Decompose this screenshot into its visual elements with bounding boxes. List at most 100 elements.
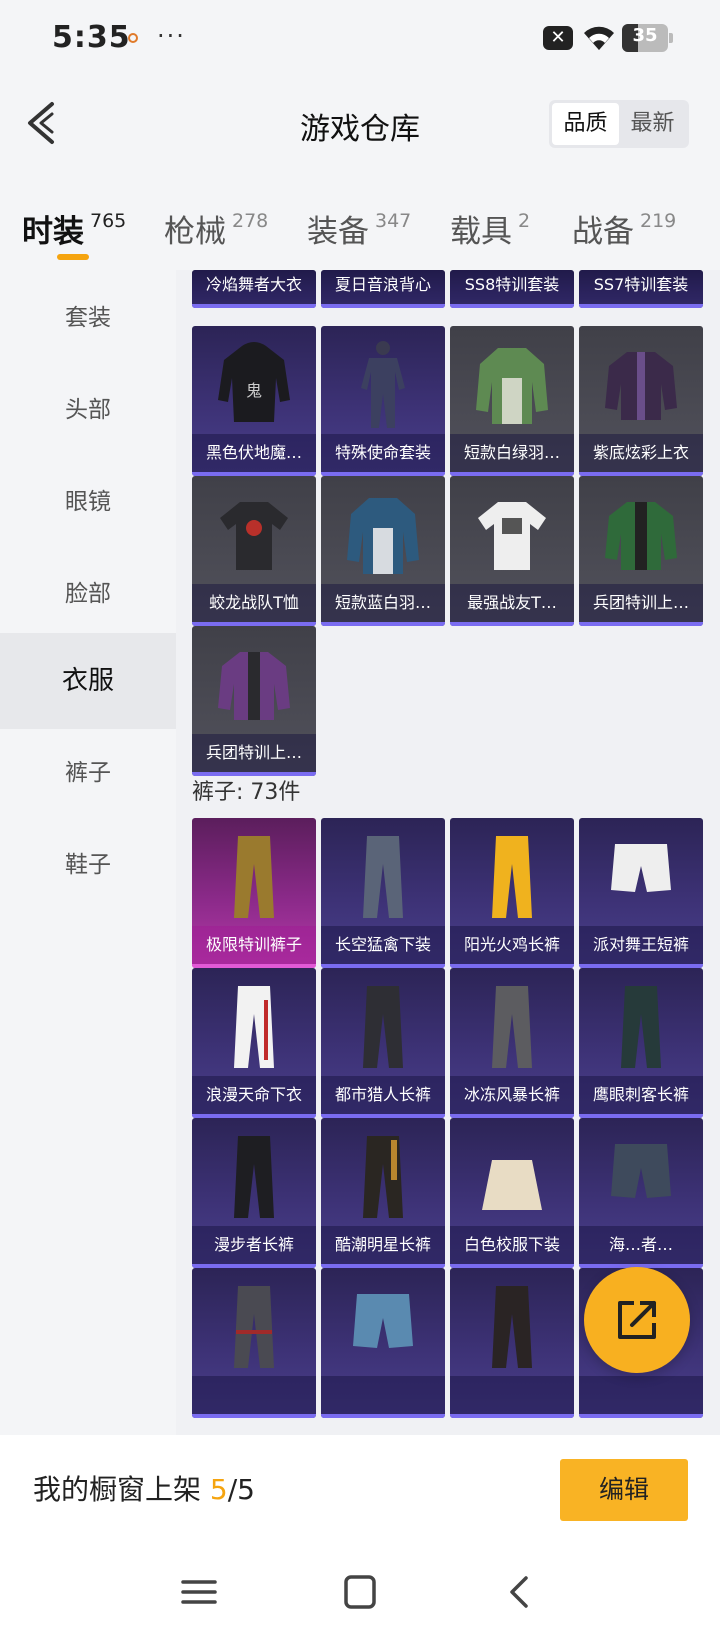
item-name — [579, 1376, 703, 1414]
skirt-icon — [482, 1160, 542, 1210]
sidebar-item-clothes[interactable]: 衣服 — [0, 633, 176, 729]
sidebar-item-face[interactable]: 脸部 — [0, 546, 176, 642]
item-card[interactable]: 浪漫天命下衣 — [192, 968, 316, 1118]
sidebar-item-head[interactable]: 头部 — [0, 362, 176, 458]
jacket-icon — [218, 652, 290, 720]
category-tabs: 时装 765 枪械 278 装备 347 载具 2 战备 219 — [0, 190, 720, 270]
item-card[interactable]: 鹰眼刺客长裤 — [579, 968, 703, 1118]
item-card[interactable]: 特殊使命套装 — [321, 326, 445, 476]
tab-gear[interactable]: 战备 219 — [572, 206, 676, 251]
pants-icon — [234, 1286, 274, 1368]
sort-quality-button[interactable]: 品质 — [552, 103, 619, 145]
item-card[interactable]: 兵团特训上… — [192, 626, 316, 776]
item-name: 都市猎人长裤 — [321, 1076, 445, 1114]
tab-guns[interactable]: 枪械 278 — [164, 206, 268, 251]
item-card[interactable]: 紫底炫彩上衣 — [579, 326, 703, 476]
tab-equipment[interactable]: 装备 347 — [307, 206, 411, 251]
item-name: SS7特训套装 — [579, 270, 703, 304]
item-name: 最强战友T… — [450, 584, 574, 622]
item-name: 鹰眼刺客长裤 — [579, 1076, 703, 1114]
item-card[interactable]: 漫步者长裤 — [192, 1118, 316, 1268]
item-name: 黑色伏地魔… — [192, 434, 316, 472]
menu-icon[interactable] — [179, 1574, 219, 1610]
item-card[interactable]: 都市猎人长裤 — [321, 968, 445, 1118]
tab-count: 219 — [640, 210, 677, 232]
item-name: 蛟龙战队T恤 — [192, 584, 316, 622]
item-card[interactable]: 冷焰舞者大衣 — [192, 270, 316, 308]
item-card[interactable]: 白色校服下装 — [450, 1118, 574, 1268]
item-card[interactable]: SS8特训套装 — [450, 270, 574, 308]
page-header: 游戏仓库 品质 最新 — [0, 80, 720, 170]
item-name: SS8特训套装 — [450, 270, 574, 304]
tab-fashion[interactable]: 时装 765 — [22, 206, 126, 251]
system-nav-bar — [0, 1540, 720, 1640]
item-name: 夏日音浪背心 — [321, 270, 445, 304]
item-card[interactable]: 短款白绿羽… — [450, 326, 574, 476]
item-name: 冰冻风暴长裤 — [450, 1076, 574, 1114]
item-card[interactable]: 夏日音浪背心 — [321, 270, 445, 308]
active-tab-indicator — [57, 254, 89, 260]
item-name: 冷焰舞者大衣 — [192, 270, 316, 304]
item-name: 兵团特训上… — [579, 584, 703, 622]
pants-icon — [234, 986, 274, 1068]
sidebar-item-glasses[interactable]: 眼镜 — [0, 454, 176, 550]
item-name — [192, 1376, 316, 1414]
item-card[interactable]: 酷潮明星长裤 — [321, 1118, 445, 1268]
item-card[interactable]: 极限特训裤子 — [192, 818, 316, 968]
item-card[interactable]: 最强战友T… — [450, 476, 574, 626]
pants-icon — [492, 986, 532, 1068]
pants-icon — [234, 836, 274, 918]
pants-icon — [234, 1136, 274, 1218]
jacket-icon — [605, 352, 677, 420]
nav-back-icon[interactable] — [500, 1574, 540, 1610]
item-card[interactable] — [192, 1268, 316, 1418]
item-card[interactable] — [450, 1268, 574, 1418]
showcase-used: 5 — [209, 1473, 228, 1506]
item-name: 漫步者长裤 — [192, 1226, 316, 1264]
item-card[interactable] — [321, 1268, 445, 1418]
item-card[interactable]: 阳光火鸡长裤 — [450, 818, 574, 968]
tshirt-icon — [220, 502, 288, 570]
shorts-icon — [611, 844, 671, 892]
item-name: 兵团特训上… — [192, 734, 316, 772]
sidebar-item-pants[interactable]: 裤子 — [0, 725, 176, 821]
item-card[interactable]: 长空猛禽下装 — [321, 818, 445, 968]
showcase-label: 我的橱窗上架 — [33, 1473, 210, 1506]
jacket-icon — [605, 502, 677, 570]
notification-icon — [128, 33, 138, 43]
item-name: 短款白绿羽… — [450, 434, 574, 472]
item-card[interactable]: 兵团特训上… — [579, 476, 703, 626]
showcase-total: /5 — [227, 1473, 255, 1506]
share-button[interactable] — [584, 1267, 690, 1373]
home-icon[interactable] — [340, 1574, 380, 1610]
item-card[interactable]: SS7特训套装 — [579, 270, 703, 308]
tab-count: 2 — [518, 210, 531, 232]
section-title-pants: 裤子: 73件 — [192, 780, 301, 805]
item-name: 白色校服下装 — [450, 1226, 574, 1264]
sort-latest-button[interactable]: 最新 — [619, 103, 686, 145]
edit-button[interactable]: 编辑 — [560, 1459, 688, 1521]
tshirt-icon — [478, 502, 546, 570]
item-name: 极限特训裤子 — [192, 926, 316, 964]
wifi-icon — [584, 26, 614, 50]
sidebar-item-shoes[interactable]: 鞋子 — [0, 817, 176, 913]
item-card[interactable]: 短款蓝白羽… — [321, 476, 445, 626]
svg-text:鬼: 鬼 — [246, 381, 262, 400]
item-card[interactable]: 鬼 黑色伏地魔… — [192, 326, 316, 476]
shorts-icon — [353, 1294, 413, 1348]
status-time: 5:35 — [52, 20, 131, 55]
item-name: 紫底炫彩上衣 — [579, 434, 703, 472]
sidebar-item-suit[interactable]: 套装 — [0, 270, 176, 366]
close-box-icon: ✕ — [543, 26, 573, 50]
tab-vehicles[interactable]: 载具 2 — [450, 206, 530, 251]
pants-icon — [363, 836, 403, 918]
item-card[interactable]: 蛟龙战队T恤 — [192, 476, 316, 626]
item-card[interactable]: 海…者… — [579, 1118, 703, 1268]
pants-icon — [621, 986, 661, 1068]
status-bar: 5:35 ··· ✕ 35 — [0, 0, 720, 80]
item-name: 长空猛禽下装 — [321, 926, 445, 964]
item-name: 特殊使命套装 — [321, 434, 445, 472]
item-card[interactable]: 派对舞王短裤 — [579, 818, 703, 968]
item-card[interactable]: 冰冻风暴长裤 — [450, 968, 574, 1118]
showcase-bar: 我的橱窗上架 5/5 编辑 — [0, 1435, 720, 1540]
